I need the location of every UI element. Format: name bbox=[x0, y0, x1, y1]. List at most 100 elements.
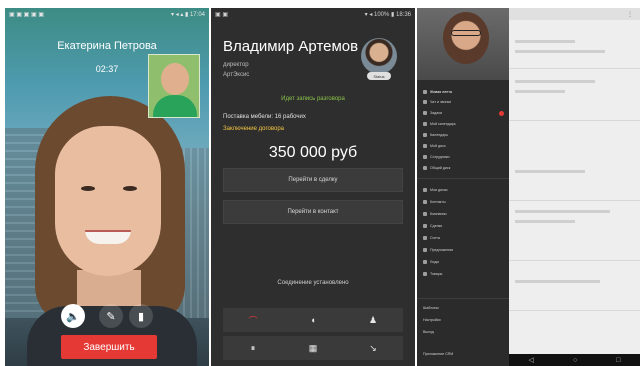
feed-line bbox=[515, 90, 565, 93]
recording-status: Идет запись разговора bbox=[281, 96, 345, 102]
feed-divider bbox=[509, 310, 640, 311]
self-video-preview[interactable] bbox=[148, 54, 200, 118]
keypad-icon[interactable]: ▦ bbox=[303, 343, 323, 354]
offer-icon bbox=[423, 248, 427, 252]
self-body bbox=[153, 95, 197, 117]
recents-icon[interactable]: □ bbox=[616, 357, 620, 364]
leads-icon bbox=[423, 260, 427, 264]
home-icon[interactable]: ○ bbox=[573, 357, 577, 364]
status-bar: ▣ ▣ ▣ ▣ ▣ ▾ ◂ ▴ ▮ 17:04 bbox=[5, 8, 209, 20]
feed-line bbox=[515, 50, 605, 53]
menu-item[interactable]: Чат и звонки bbox=[417, 98, 509, 106]
app-top-bar: ⋮ bbox=[509, 8, 640, 20]
contact-company: АртЭксис bbox=[223, 72, 250, 78]
open-contact-button[interactable]: Перейти в контакт bbox=[223, 200, 403, 224]
menu-item[interactable]: Календарь bbox=[417, 131, 509, 139]
tasks-icon bbox=[423, 111, 427, 115]
deal-stage: Заключение договора bbox=[223, 126, 285, 132]
caller-eye-left bbox=[81, 186, 95, 191]
menu-item[interactable]: Товары bbox=[417, 270, 509, 278]
more-icon[interactable]: ⋮ bbox=[627, 11, 633, 18]
user-glasses bbox=[451, 30, 481, 36]
caller-eye-right bbox=[123, 186, 137, 191]
menu-divider bbox=[417, 298, 509, 299]
people-icon bbox=[423, 155, 427, 159]
deal-amount: 350 000 руб bbox=[268, 144, 358, 161]
menu-item[interactable]: Настройки bbox=[417, 316, 509, 324]
navigation-drawer: Живая лента Чат и звонки Задачи Мой кале… bbox=[417, 8, 509, 366]
feed-divider bbox=[509, 260, 640, 261]
menu-item[interactable]: Сделки bbox=[417, 222, 509, 230]
menu-item[interactable]: Шаблоны bbox=[417, 304, 509, 312]
products-icon bbox=[423, 272, 427, 276]
deals-icon bbox=[423, 224, 427, 228]
caller-name: Екатерина Петрова bbox=[57, 40, 157, 52]
company-icon bbox=[423, 212, 427, 216]
hangup-icon[interactable]: ⌒ bbox=[243, 314, 263, 327]
menu-item[interactable]: Сотрудники bbox=[417, 153, 509, 161]
menu-item[interactable]: Мой диск bbox=[417, 142, 509, 150]
menu-item[interactable]: Предложения bbox=[417, 246, 509, 254]
menu-item[interactable]: Счета bbox=[417, 234, 509, 242]
menu-item[interactable]: Живая лента bbox=[417, 88, 509, 96]
disk-icon bbox=[423, 188, 427, 192]
mute-icon: ✎ bbox=[106, 310, 116, 323]
feed-divider bbox=[509, 68, 640, 69]
user-avatar bbox=[443, 12, 489, 64]
calendar-icon bbox=[423, 122, 427, 126]
disk-icon bbox=[423, 166, 427, 170]
feed-line bbox=[515, 210, 610, 213]
chat-icon bbox=[423, 100, 427, 104]
status-bar: ▣ ▣ ▾ ◂ 100% ▮ 18:36 bbox=[211, 8, 415, 20]
open-deal-button[interactable]: Перейти в сделку bbox=[223, 168, 403, 192]
tablet-menu-screen: ⋮ Живая лента Чат и звонки Задачи Мой ка… bbox=[417, 8, 640, 366]
menu-item[interactable]: Задачи bbox=[417, 109, 509, 117]
menu-divider bbox=[417, 178, 509, 179]
contact-role: директор bbox=[223, 62, 249, 68]
status-icons-right: ▾ ◂ ▴ ▮ 17:04 bbox=[170, 11, 205, 18]
menu-item[interactable]: Выход bbox=[417, 328, 509, 336]
tasks-badge bbox=[499, 111, 504, 116]
invoice-icon bbox=[423, 236, 427, 240]
contact-name: Владимир Артемов bbox=[223, 38, 359, 55]
menu-item[interactable]: Мой календарь bbox=[417, 120, 509, 128]
avatar-status-badge: Status bbox=[367, 72, 391, 80]
feed-divider bbox=[509, 200, 640, 201]
drawer-user-header[interactable] bbox=[417, 8, 509, 80]
call-toolbar-top: ⌒ ◖ ♟ bbox=[223, 308, 403, 332]
end-call-button[interactable]: Завершить bbox=[61, 335, 157, 359]
speaker-button[interactable]: 🔈 bbox=[61, 304, 85, 328]
deal-title: Поставка мебели: 16 рабочих bbox=[223, 114, 306, 120]
feed-divider bbox=[509, 120, 640, 121]
crm-call-card: ▣ ▣ ▾ ◂ 100% ▮ 18:36 Владимир Артемов ди… bbox=[211, 8, 415, 366]
hold-icon[interactable]: ⏸ bbox=[243, 343, 263, 354]
speaker-icon[interactable]: ◖ bbox=[303, 315, 323, 325]
feed-line bbox=[515, 280, 600, 283]
self-head bbox=[161, 63, 189, 95]
caller-smile bbox=[85, 230, 131, 244]
speaker-icon: 🔈 bbox=[66, 310, 80, 323]
feed-line bbox=[515, 170, 585, 173]
menu-footer: Приложение CRM bbox=[423, 352, 454, 356]
feed-icon bbox=[423, 90, 427, 94]
mute-button[interactable]: ✎ bbox=[99, 304, 123, 328]
back-icon[interactable]: ◁ bbox=[529, 356, 534, 364]
status-icons-left: ▣ ▣ ▣ ▣ ▣ bbox=[9, 11, 45, 18]
menu-item[interactable]: Общий диск bbox=[417, 164, 509, 172]
mic-icon[interactable]: ♟ bbox=[363, 315, 383, 326]
menu-item[interactable]: Мои диски bbox=[417, 186, 509, 194]
video-icon: ▮ bbox=[137, 310, 145, 323]
activity-feed-background bbox=[509, 20, 640, 354]
call-toolbar-bottom: ⏸ ▦ ↘ bbox=[223, 336, 403, 360]
status-icons-left: ▣ ▣ bbox=[215, 11, 229, 18]
feed-line bbox=[515, 80, 595, 83]
transfer-icon[interactable]: ↘ bbox=[363, 343, 383, 354]
menu-item[interactable]: Лиды bbox=[417, 258, 509, 266]
contacts-icon bbox=[423, 200, 427, 204]
menu-item[interactable]: Контакты bbox=[417, 198, 509, 206]
connection-status: Соединение установлено bbox=[277, 280, 349, 286]
video-toggle-button[interactable]: ▮ bbox=[129, 304, 153, 328]
menu-item[interactable]: Компании bbox=[417, 210, 509, 218]
caller-video-face bbox=[55, 126, 161, 276]
disk-icon bbox=[423, 144, 427, 148]
